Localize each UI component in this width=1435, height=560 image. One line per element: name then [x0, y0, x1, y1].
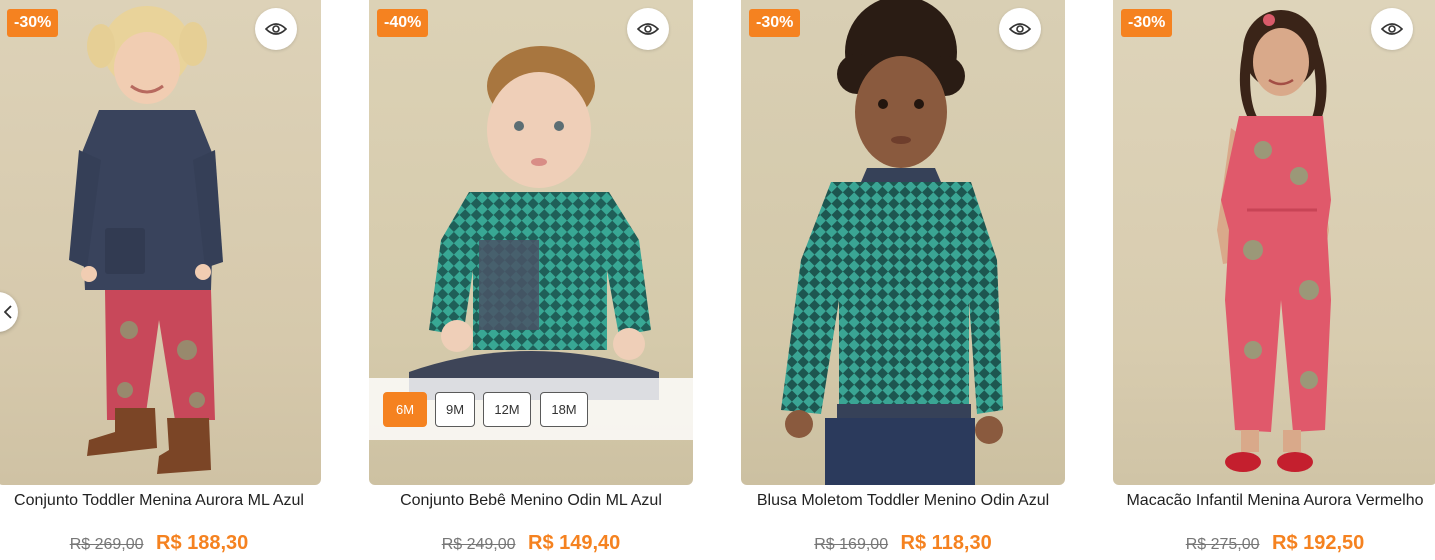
- quick-view-button[interactable]: [627, 8, 669, 50]
- product-card[interactable]: -30% Blusa Moletom Toddler Menino Odin A…: [741, 0, 1065, 554]
- size-option-9m[interactable]: 9M: [435, 392, 475, 427]
- product-title[interactable]: Conjunto Bebê Menino Odin ML Azul: [369, 492, 693, 509]
- quick-view-button[interactable]: [999, 8, 1041, 50]
- product-image[interactable]: 6M 9M 12M 18M -40%: [369, 0, 693, 485]
- price-row: R$ 249,00 R$ 149,40: [369, 532, 693, 555]
- product-title[interactable]: Blusa Moletom Toddler Menino Odin Azul: [741, 492, 1065, 509]
- sale-price: R$ 149,40: [528, 532, 621, 554]
- old-price: R$ 269,00: [69, 536, 144, 553]
- product-title[interactable]: Macacão Infantil Menina Aurora Vermelho: [1113, 492, 1435, 509]
- product-carousel: -30% Conjunto Toddler Menina Aurora ML A…: [0, 0, 1435, 560]
- price-row: R$ 169,00 R$ 118,30: [741, 532, 1065, 555]
- size-option-12m[interactable]: 12M: [483, 392, 531, 427]
- product-card[interactable]: -30% Macacão Infantil Menina Aurora Verm…: [1113, 0, 1435, 554]
- eye-icon: [637, 23, 659, 35]
- chevron-left-icon: [4, 305, 12, 319]
- size-option-18m[interactable]: 18M: [540, 392, 588, 427]
- eye-icon: [265, 23, 287, 35]
- product-image[interactable]: -30%: [741, 0, 1065, 485]
- product-image[interactable]: -30%: [0, 0, 321, 485]
- product-photo-girl-navy-top: [69, 6, 223, 474]
- old-price: R$ 275,00: [1185, 536, 1260, 553]
- discount-badge: -30%: [749, 9, 801, 37]
- old-price: R$ 249,00: [441, 536, 516, 553]
- product-title[interactable]: Conjunto Toddler Menina Aurora ML Azul: [0, 492, 321, 509]
- size-selector: 6M 9M 12M 18M: [369, 378, 693, 440]
- discount-badge: -30%: [1121, 9, 1173, 37]
- product-card[interactable]: 6M 9M 12M 18M -40% Conjunto Bebê Menino …: [369, 0, 693, 554]
- sale-price: R$ 192,50: [1272, 532, 1365, 554]
- product-image[interactable]: -30%: [1113, 0, 1435, 485]
- discount-badge: -40%: [377, 9, 429, 37]
- quick-view-button[interactable]: [255, 8, 297, 50]
- product-photo-boy-checkered-sweatshirt: [781, 0, 1003, 485]
- price-row: R$ 275,00 R$ 192,50: [1113, 532, 1435, 555]
- price-row: R$ 269,00 R$ 188,30: [0, 532, 321, 555]
- product-photo-girl-red-jumpsuit: [1217, 10, 1331, 472]
- quick-view-button[interactable]: [1371, 8, 1413, 50]
- size-option-6m[interactable]: 6M: [383, 392, 427, 427]
- old-price: R$ 169,00: [814, 536, 889, 553]
- discount-badge: -30%: [7, 9, 59, 37]
- sale-price: R$ 188,30: [156, 532, 249, 554]
- eye-icon: [1009, 23, 1031, 35]
- sale-price: R$ 118,30: [900, 532, 992, 554]
- eye-icon: [1381, 23, 1403, 35]
- product-card[interactable]: -30% Conjunto Toddler Menina Aurora ML A…: [0, 0, 321, 554]
